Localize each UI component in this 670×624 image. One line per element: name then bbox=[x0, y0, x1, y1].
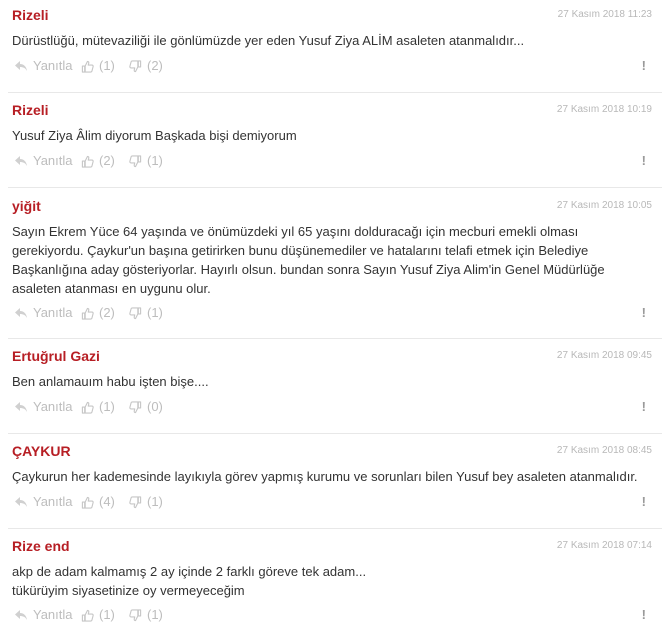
comment-author[interactable]: ÇAYKUR bbox=[12, 441, 71, 461]
dislike-button[interactable]: (1) bbox=[129, 493, 163, 511]
dislike-count: (1) bbox=[147, 607, 163, 622]
reply-button[interactable]: Yanıtla bbox=[14, 152, 73, 170]
reply-label: Yanıtla bbox=[33, 494, 73, 509]
comment-item: Rize end 27 Kasım 2018 07:14 akp de adam… bbox=[0, 536, 670, 622]
reply-button[interactable]: Yanıtla bbox=[14, 57, 73, 75]
comment-author[interactable]: Rizeli bbox=[12, 5, 49, 25]
thumbs-down-icon bbox=[129, 306, 142, 319]
dislike-button[interactable]: (1) bbox=[129, 304, 163, 322]
reply-label: Yanıtla bbox=[33, 305, 73, 320]
report-button[interactable]: ! bbox=[642, 152, 646, 170]
divider bbox=[8, 338, 662, 339]
thumbs-up-icon bbox=[81, 60, 94, 73]
comment-item: Ertuğrul Gazi 27 Kasım 2018 09:45 Ben an… bbox=[0, 346, 670, 434]
reply-icon bbox=[15, 497, 27, 507]
thumbs-up-icon bbox=[81, 307, 94, 320]
comment-date: 27 Kasım 2018 09:45 bbox=[556, 350, 652, 361]
comment-text: Dürüstlüğü, mütevaziliği ile gönlümüzde … bbox=[12, 33, 525, 48]
report-button[interactable]: ! bbox=[642, 398, 646, 416]
divider bbox=[8, 92, 662, 93]
dislike-count: (1) bbox=[147, 305, 163, 320]
comment-text: akp de adam kalmamış 2 ay içinde 2 farkl… bbox=[12, 564, 367, 598]
report-button[interactable]: ! bbox=[642, 606, 646, 624]
thumbs-down-icon bbox=[129, 495, 142, 508]
comment-date: 27 Kasım 2018 10:05 bbox=[556, 200, 652, 211]
comment-item: Rizeli 27 Kasım 2018 11:23 Dürüstlüğü, m… bbox=[0, 5, 670, 93]
reply-icon bbox=[15, 156, 27, 166]
comment-date: 27 Kasım 2018 08:45 bbox=[556, 445, 652, 456]
thumbs-up-icon bbox=[81, 401, 94, 414]
thumbs-up-icon bbox=[81, 609, 94, 622]
like-button[interactable]: (1) bbox=[81, 606, 115, 624]
report-button[interactable]: ! bbox=[642, 304, 646, 322]
dislike-count: (0) bbox=[147, 399, 163, 414]
report-button[interactable]: ! bbox=[642, 57, 646, 75]
comment-text: Çaykurun her kademesinde layıkıyla görev… bbox=[12, 469, 638, 484]
comment-date: 27 Kasım 2018 10:19 bbox=[556, 104, 652, 115]
like-count: (1) bbox=[99, 607, 115, 622]
dislike-count: (2) bbox=[147, 58, 163, 73]
like-count: (1) bbox=[99, 399, 115, 414]
reply-icon bbox=[15, 402, 27, 412]
reply-icon bbox=[15, 610, 27, 620]
comment-author[interactable]: Ertuğrul Gazi bbox=[12, 346, 100, 366]
dislike-button[interactable]: (1) bbox=[129, 152, 163, 170]
like-count: (1) bbox=[99, 58, 115, 73]
divider bbox=[8, 187, 662, 188]
thumbs-up-icon bbox=[81, 155, 94, 168]
like-button[interactable]: (2) bbox=[81, 152, 115, 170]
dislike-button[interactable]: (2) bbox=[129, 57, 163, 75]
like-count: (2) bbox=[99, 153, 115, 168]
comment-item: Rizeli 27 Kasım 2018 10:19 Yusuf Ziya Âl… bbox=[0, 100, 670, 188]
comment-item: yiğit 27 Kasım 2018 10:05 Sayın Ekrem Yü… bbox=[0, 196, 670, 339]
like-button[interactable]: (1) bbox=[81, 57, 115, 75]
reply-icon bbox=[15, 308, 27, 318]
comment-text: Sayın Ekrem Yüce 64 yaşında ve önümüzdek… bbox=[12, 224, 605, 296]
comment-author[interactable]: yiğit bbox=[12, 196, 41, 216]
reply-icon bbox=[15, 61, 27, 71]
divider bbox=[8, 528, 662, 529]
comment-date: 27 Kasım 2018 11:23 bbox=[557, 9, 652, 20]
reply-label: Yanıtla bbox=[33, 399, 73, 414]
dislike-button[interactable]: (0) bbox=[129, 398, 163, 416]
report-button[interactable]: ! bbox=[642, 493, 646, 511]
reply-button[interactable]: Yanıtla bbox=[14, 304, 73, 322]
like-button[interactable]: (2) bbox=[81, 304, 115, 322]
comment-author[interactable]: Rize end bbox=[12, 536, 70, 556]
thumbs-up-icon bbox=[81, 496, 94, 509]
comment-author[interactable]: Rizeli bbox=[12, 100, 49, 120]
thumbs-down-icon bbox=[129, 400, 142, 413]
like-button[interactable]: (1) bbox=[81, 398, 115, 416]
like-count: (2) bbox=[99, 305, 115, 320]
comment-item: ÇAYKUR 27 Kasım 2018 08:45 Çaykurun her … bbox=[0, 441, 670, 529]
dislike-count: (1) bbox=[147, 494, 163, 509]
reply-button[interactable]: Yanıtla bbox=[14, 398, 73, 416]
comment-list: Rizeli 27 Kasım 2018 11:23 Dürüstlüğü, m… bbox=[0, 0, 670, 622]
reply-label: Yanıtla bbox=[33, 153, 73, 168]
reply-button[interactable]: Yanıtla bbox=[14, 493, 73, 511]
thumbs-down-icon bbox=[129, 154, 142, 167]
dislike-count: (1) bbox=[147, 153, 163, 168]
comment-text: Yusuf Ziya Âlim diyorum Başkada bişi dem… bbox=[12, 128, 297, 143]
like-button[interactable]: (4) bbox=[81, 493, 115, 511]
reply-button[interactable]: Yanıtla bbox=[14, 606, 73, 624]
reply-label: Yanıtla bbox=[33, 607, 73, 622]
thumbs-down-icon bbox=[129, 59, 142, 72]
thumbs-down-icon bbox=[129, 608, 142, 621]
divider bbox=[8, 433, 662, 434]
dislike-button[interactable]: (1) bbox=[129, 606, 163, 624]
comment-text: Ben anlamauım habu işten bişe.... bbox=[12, 374, 209, 389]
reply-label: Yanıtla bbox=[33, 58, 73, 73]
comment-date: 27 Kasım 2018 07:14 bbox=[556, 540, 652, 551]
like-count: (4) bbox=[99, 494, 115, 509]
